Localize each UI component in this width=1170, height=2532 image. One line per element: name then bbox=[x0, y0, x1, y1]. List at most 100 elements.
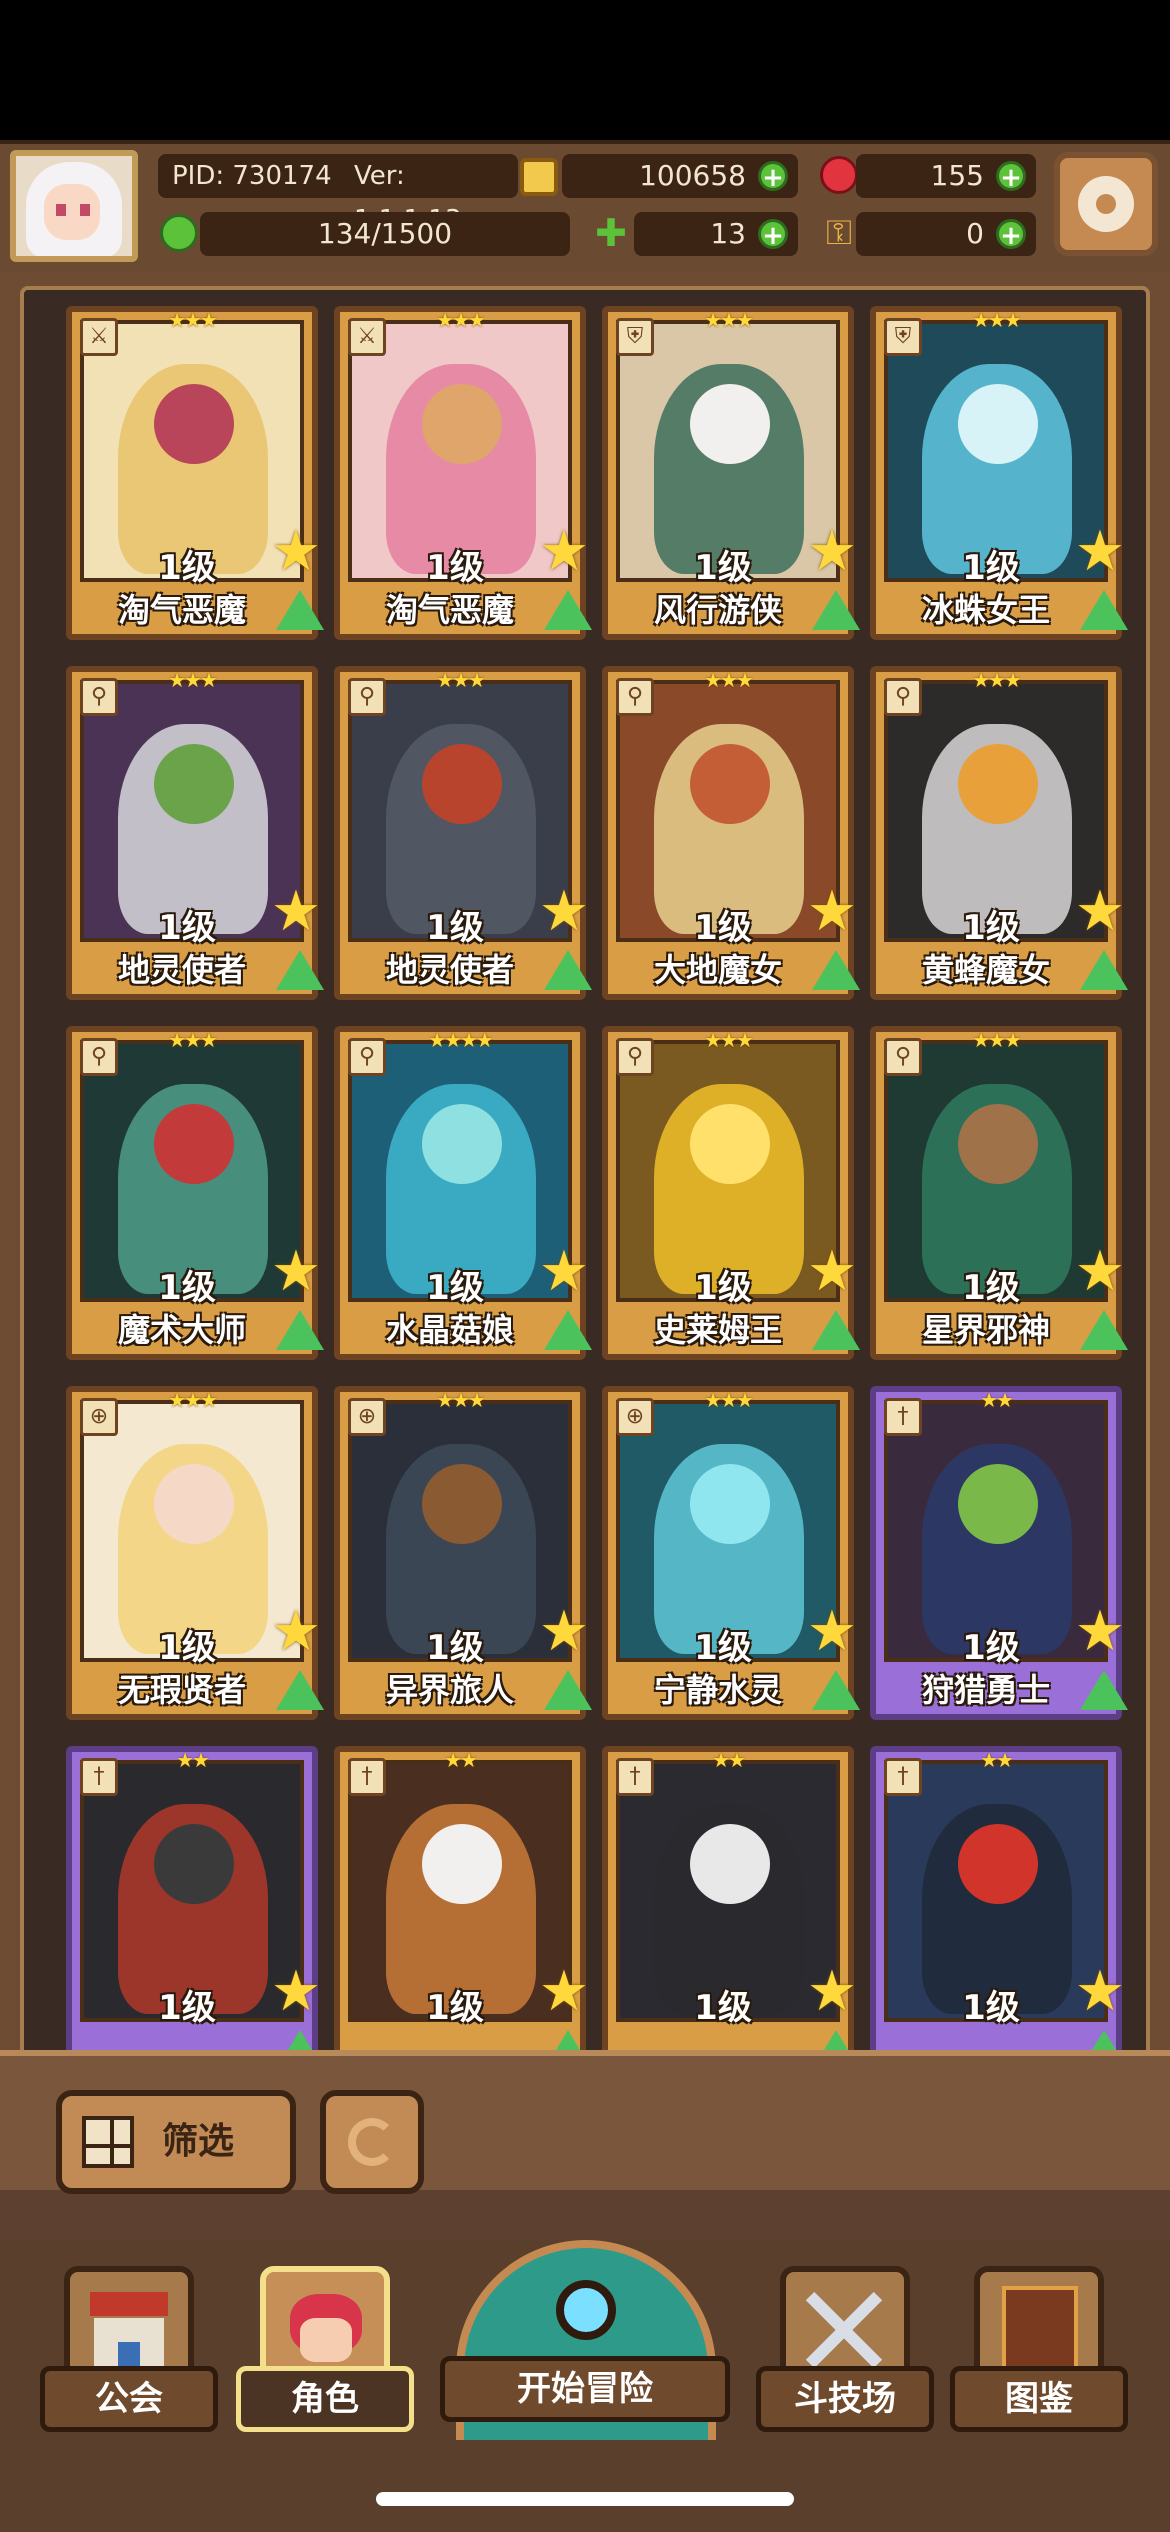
character-card[interactable]: ★★★ ⚲ 1级 地灵使者 ★ bbox=[66, 666, 324, 1000]
nav-tab-character[interactable]: 角色 bbox=[236, 2266, 414, 2436]
character-card[interactable]: ★★★ ⚲ 1级 地灵使者 ★ bbox=[334, 666, 592, 1000]
add-key-plus-icon[interactable]: + bbox=[996, 219, 1026, 250]
character-level: 1级 bbox=[962, 1628, 1020, 1668]
character-card[interactable]: ★★★ ⚔ 1级 淘气恶魔 ★ bbox=[66, 306, 324, 640]
character-card[interactable]: ★★★ ⊕ 1级 宁静水灵 ★ bbox=[602, 1386, 860, 1720]
character-level: 1级 bbox=[158, 908, 216, 948]
gem-counter: 155 + bbox=[856, 154, 1036, 198]
character-card[interactable]: ★★★ ⛨ 1级 风行游侠 ★ bbox=[602, 306, 860, 640]
level-up-arrow-icon bbox=[812, 1670, 860, 1710]
dagger-icon: † bbox=[884, 1398, 922, 1436]
dagger-icon: † bbox=[80, 1758, 118, 1796]
star-upgrade-icon: ★ bbox=[538, 879, 590, 944]
home-indicator[interactable] bbox=[376, 2492, 794, 2506]
energy-counter: 134/1500 bbox=[200, 212, 570, 256]
nav-tab-codex[interactable]: 图鉴 bbox=[950, 2266, 1128, 2436]
gold-value: 100658 bbox=[639, 159, 746, 192]
nav-tab-guild[interactable]: 公会 bbox=[40, 2266, 218, 2436]
nav-tab-arena[interactable]: 斗技场 bbox=[756, 2266, 934, 2436]
star-upgrade-icon: ★ bbox=[538, 1599, 590, 1664]
star-upgrade-icon: ★ bbox=[270, 1599, 322, 1664]
sword-icon: ⚔ bbox=[348, 318, 386, 356]
level-up-arrow-icon bbox=[812, 950, 860, 990]
character-level: 1级 bbox=[426, 1268, 484, 1308]
character-name: 宁静水灵 bbox=[653, 1671, 782, 1709]
nav-adventure-label: 开始冒险 bbox=[440, 2356, 730, 2422]
clover-icon: ✚ bbox=[595, 211, 627, 255]
character-head bbox=[422, 1464, 502, 1544]
character-card[interactable]: ★★ † 1级 ★ bbox=[66, 1746, 324, 2052]
character-name: 魔术大师 bbox=[117, 1311, 246, 1349]
character-head bbox=[690, 1824, 770, 1904]
filter-button[interactable]: 筛选 bbox=[56, 2090, 296, 2194]
green-energy-icon bbox=[160, 214, 198, 252]
avatar-eye bbox=[56, 204, 66, 216]
character-card[interactable]: ★★ † 1级 ★ bbox=[334, 1746, 592, 2052]
pid-text: PID: 730174 bbox=[172, 161, 332, 191]
settings-button[interactable] bbox=[1054, 152, 1158, 256]
character-card[interactable]: ★★★ ⛨ 1级 冰蛛女王 ★ bbox=[870, 306, 1128, 640]
character-name: 水晶菇娘 bbox=[385, 1311, 514, 1349]
character-card[interactable]: ★★★ ⊕ 1级 无瑕贤者 ★ bbox=[66, 1386, 324, 1720]
nav-character-label: 角色 bbox=[236, 2366, 414, 2432]
character-head bbox=[422, 744, 502, 824]
character-name: 异界旅人 bbox=[385, 1671, 514, 1709]
character-card[interactable]: ★★★ ⊕ 1级 异界旅人 ★ bbox=[334, 1386, 592, 1720]
character-head bbox=[422, 1824, 502, 1904]
nav-guild-label: 公会 bbox=[40, 2366, 218, 2432]
level-up-arrow-icon bbox=[544, 2030, 592, 2052]
character-card[interactable]: ★★★ ⚔ 1级 淘气恶魔 ★ bbox=[334, 306, 592, 640]
character-head bbox=[690, 1104, 770, 1184]
character-name: 狩猎勇士 bbox=[921, 1671, 1050, 1709]
refresh-button[interactable] bbox=[320, 2090, 424, 2194]
level-up-arrow-icon bbox=[544, 1310, 592, 1350]
filter-toolbar: 筛选 bbox=[0, 2050, 1170, 2240]
star-upgrade-icon: ★ bbox=[806, 519, 858, 584]
star-upgrade-icon: ★ bbox=[1074, 1239, 1126, 1304]
character-name bbox=[72, 2028, 292, 2052]
character-name: 大地魔女 bbox=[653, 951, 782, 989]
star-upgrade-icon: ★ bbox=[1074, 1599, 1126, 1664]
character-name: 星界邪神 bbox=[921, 1311, 1050, 1349]
character-card[interactable]: ★★ † 1级 狩猎勇士 ★ bbox=[870, 1386, 1128, 1720]
character-card[interactable]: ★★★ ⚲ 1级 黄蜂魔女 ★ bbox=[870, 666, 1128, 1000]
player-avatar[interactable] bbox=[10, 150, 138, 262]
gear-hole bbox=[1096, 194, 1116, 214]
staff-icon: ⚲ bbox=[348, 678, 386, 716]
character-card[interactable]: ★★★★ ⚲ 1级 水晶菇娘 ★ bbox=[334, 1026, 592, 1360]
character-card[interactable]: ★★★ ⚲ 1级 大地魔女 ★ bbox=[602, 666, 860, 1000]
character-card[interactable]: ★★★ ⚲ 1级 魔术大师 ★ bbox=[66, 1026, 324, 1360]
gold-counter: 100658 + bbox=[562, 154, 798, 198]
level-up-arrow-icon bbox=[1080, 1670, 1128, 1710]
character-card[interactable]: ★★ † 1级 ★ bbox=[602, 1746, 860, 2052]
level-up-arrow-icon bbox=[276, 2030, 324, 2052]
add-clover-plus-icon[interactable]: + bbox=[758, 219, 788, 250]
star-upgrade-icon: ★ bbox=[538, 519, 590, 584]
bottom-navigation: 公会 角色 开始冒险 斗技场 图鉴 bbox=[0, 2240, 1170, 2532]
nav-tab-start-adventure[interactable]: 开始冒险 bbox=[440, 2240, 730, 2440]
character-name: 淘气恶魔 bbox=[385, 591, 514, 629]
character-head bbox=[422, 384, 502, 464]
character-head bbox=[154, 384, 234, 464]
level-up-arrow-icon bbox=[544, 1670, 592, 1710]
character-card[interactable]: ★★ † 1级 ★ bbox=[870, 1746, 1128, 2052]
filter-label: 筛选 bbox=[162, 2121, 235, 2162]
character-head bbox=[154, 744, 234, 824]
character-card[interactable]: ★★★ ⚲ 1级 史莱姆王 ★ bbox=[602, 1026, 860, 1360]
character-name: 冰蛛女王 bbox=[921, 591, 1050, 629]
pid-version-bar: PID: 730174 Ver: 1.1.1.13 bbox=[158, 154, 518, 235]
level-up-arrow-icon bbox=[812, 1310, 860, 1350]
crosshair-icon: ⊕ bbox=[616, 1398, 654, 1436]
level-up-arrow-icon bbox=[1080, 950, 1128, 990]
add-gem-plus-icon[interactable]: + bbox=[996, 161, 1026, 192]
add-gold-plus-icon[interactable]: + bbox=[758, 161, 788, 192]
staff-icon: ⚲ bbox=[884, 678, 922, 716]
character-card[interactable]: ★★★ ⚲ 1级 星界邪神 ★ bbox=[870, 1026, 1128, 1360]
level-up-arrow-icon bbox=[812, 2030, 860, 2052]
level-up-arrow-icon bbox=[276, 1310, 324, 1350]
avatar-eye bbox=[80, 204, 90, 216]
character-grid[interactable]: ★★★ ⚔ 1级 淘气恶魔 ★ ★★★ ⚔ 1级 淘气恶魔 ★ ★★★ ⛨ 1级 风行游侠 ★ ★★★ ⛨ 1级冰… bbox=[20, 286, 1150, 2052]
character-level: 1级 bbox=[962, 548, 1020, 588]
magnifier-icon bbox=[556, 2280, 616, 2340]
character-name: 淘气恶魔 bbox=[117, 591, 246, 629]
